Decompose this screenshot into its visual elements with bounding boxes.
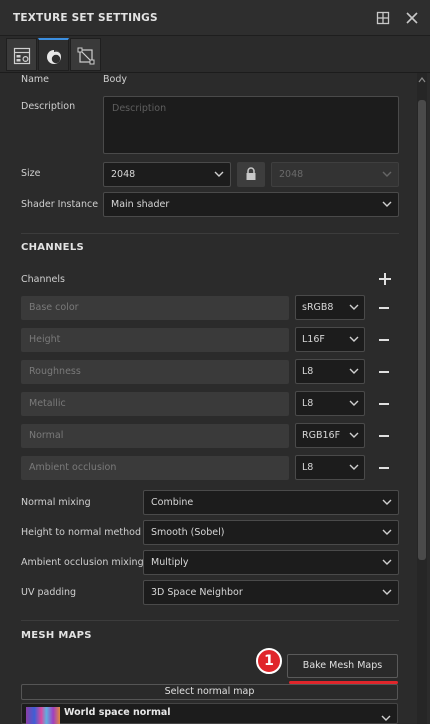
channel-format-value: sRGB8: [302, 302, 334, 313]
shader-instance-label: Shader Instance: [21, 199, 99, 210]
name-value: Body: [103, 74, 127, 85]
normal-mixing-value: Combine: [151, 497, 194, 508]
select-normal-map-button[interactable]: Select normal map: [21, 684, 398, 700]
undock-icon[interactable]: [374, 9, 392, 27]
shader-instance-value: Main shader: [111, 199, 170, 210]
panel-titlebar: TEXTURE SET SETTINGS: [0, 0, 430, 36]
channel-format-dropdown[interactable]: RGB16F: [295, 423, 365, 448]
channel-format-dropdown[interactable]: L8: [295, 391, 365, 416]
scrollbar-thumb[interactable]: [418, 100, 426, 560]
channel-format-value: L8: [302, 462, 314, 473]
chevron-down-icon: [382, 171, 392, 177]
ao-mixing-label: Ambient occlusion mixing: [21, 557, 144, 568]
lock-icon: [246, 167, 256, 180]
remove-channel-icon[interactable]: [378, 462, 390, 474]
channel-format-value: L8: [302, 366, 314, 377]
channel-format-dropdown[interactable]: sRGB8: [295, 295, 365, 320]
chevron-down-icon: [349, 368, 359, 374]
uv-padding-label: UV padding: [21, 587, 77, 598]
remove-channel-icon[interactable]: [378, 398, 390, 410]
height-to-normal-value: Smooth (Sobel): [151, 527, 225, 538]
size-lock-button[interactable]: [237, 162, 265, 187]
chevron-down-icon: [349, 336, 359, 342]
channel-roughness: Roughness: [21, 360, 289, 384]
channel-ambient-occlusion: Ambient occlusion: [21, 456, 289, 480]
size-dropdown[interactable]: 2048: [103, 162, 231, 187]
texture-set-list-icon: [13, 47, 31, 65]
close-icon[interactable]: [403, 9, 421, 27]
add-channel-icon[interactable]: [378, 272, 392, 286]
channel-format-dropdown[interactable]: L16F: [295, 327, 365, 352]
size-height-value: 2048: [279, 169, 304, 180]
remove-channel-icon[interactable]: [378, 302, 390, 314]
remove-channel-icon[interactable]: [378, 366, 390, 378]
annotation-badge: 1: [256, 648, 282, 674]
ao-mixing-dropdown[interactable]: Multiply: [143, 550, 399, 575]
separator: [21, 233, 399, 234]
chevron-down-icon: [382, 201, 392, 207]
channel-normal: Normal: [21, 424, 289, 448]
description-field[interactable]: Description: [103, 96, 399, 154]
chevron-down-icon: [214, 171, 224, 177]
panel-title: TEXTURE SET SETTINGS: [13, 12, 158, 24]
mesh-maps-section-title: MESH MAPS: [21, 630, 92, 641]
height-to-normal-label: Height to normal method: [21, 527, 141, 538]
name-label: Name: [21, 74, 50, 85]
channels-section-title: CHANNELS: [21, 242, 84, 253]
mesh-map-name: World space normal: [64, 707, 171, 718]
channel-base-color: Base color: [21, 296, 289, 320]
size-value: 2048: [111, 169, 136, 180]
tab-uv[interactable]: [70, 38, 101, 71]
chevron-down-icon: [349, 432, 359, 438]
material-sphere-icon: [47, 50, 62, 64]
remove-channel-icon[interactable]: [378, 430, 390, 442]
size-height-dropdown: 2048: [271, 162, 399, 187]
channel-format-value: L16F: [302, 334, 325, 345]
scroll-up-arrow-icon[interactable]: [418, 76, 426, 84]
uv-frame-icon: [77, 47, 95, 65]
chevron-down-icon: [382, 589, 392, 595]
chevron-down-icon: [381, 715, 391, 721]
separator: [21, 620, 399, 621]
channel-format-value: L8: [302, 398, 314, 409]
channel-format-dropdown[interactable]: L8: [295, 359, 365, 384]
chevron-down-icon: [382, 559, 392, 565]
normal-mixing-label: Normal mixing: [21, 497, 91, 508]
channel-height: Height: [21, 328, 289, 352]
channels-label: Channels: [21, 274, 65, 285]
description-label: Description: [21, 101, 76, 112]
normal-mixing-dropdown[interactable]: Combine: [143, 490, 399, 515]
height-to-normal-dropdown[interactable]: Smooth (Sobel): [143, 520, 399, 545]
channel-metallic: Metallic: [21, 392, 289, 416]
channel-format-value: RGB16F: [302, 430, 341, 441]
remove-channel-icon[interactable]: [378, 334, 390, 346]
channel-format-dropdown[interactable]: L8: [295, 455, 365, 480]
mesh-map-item[interactable]: World space normal: [21, 703, 398, 724]
chevron-down-icon: [349, 304, 359, 310]
chevron-down-icon: [382, 499, 392, 505]
uv-padding-value: 3D Space Neighbor: [151, 587, 243, 598]
chevron-down-icon: [349, 464, 359, 470]
uv-padding-dropdown[interactable]: 3D Space Neighbor: [143, 580, 399, 605]
ao-mixing-value: Multiply: [151, 557, 189, 568]
tab-material[interactable]: [38, 38, 69, 71]
shader-instance-dropdown[interactable]: Main shader: [103, 192, 399, 217]
chevron-down-icon: [382, 529, 392, 535]
tab-bar: [0, 36, 430, 73]
tab-texture-set-list[interactable]: [6, 38, 37, 71]
size-label: Size: [21, 168, 41, 179]
chevron-down-icon: [349, 400, 359, 406]
map-thumbnail: [26, 707, 60, 724]
bake-mesh-maps-button[interactable]: Bake Mesh Maps: [287, 654, 398, 678]
